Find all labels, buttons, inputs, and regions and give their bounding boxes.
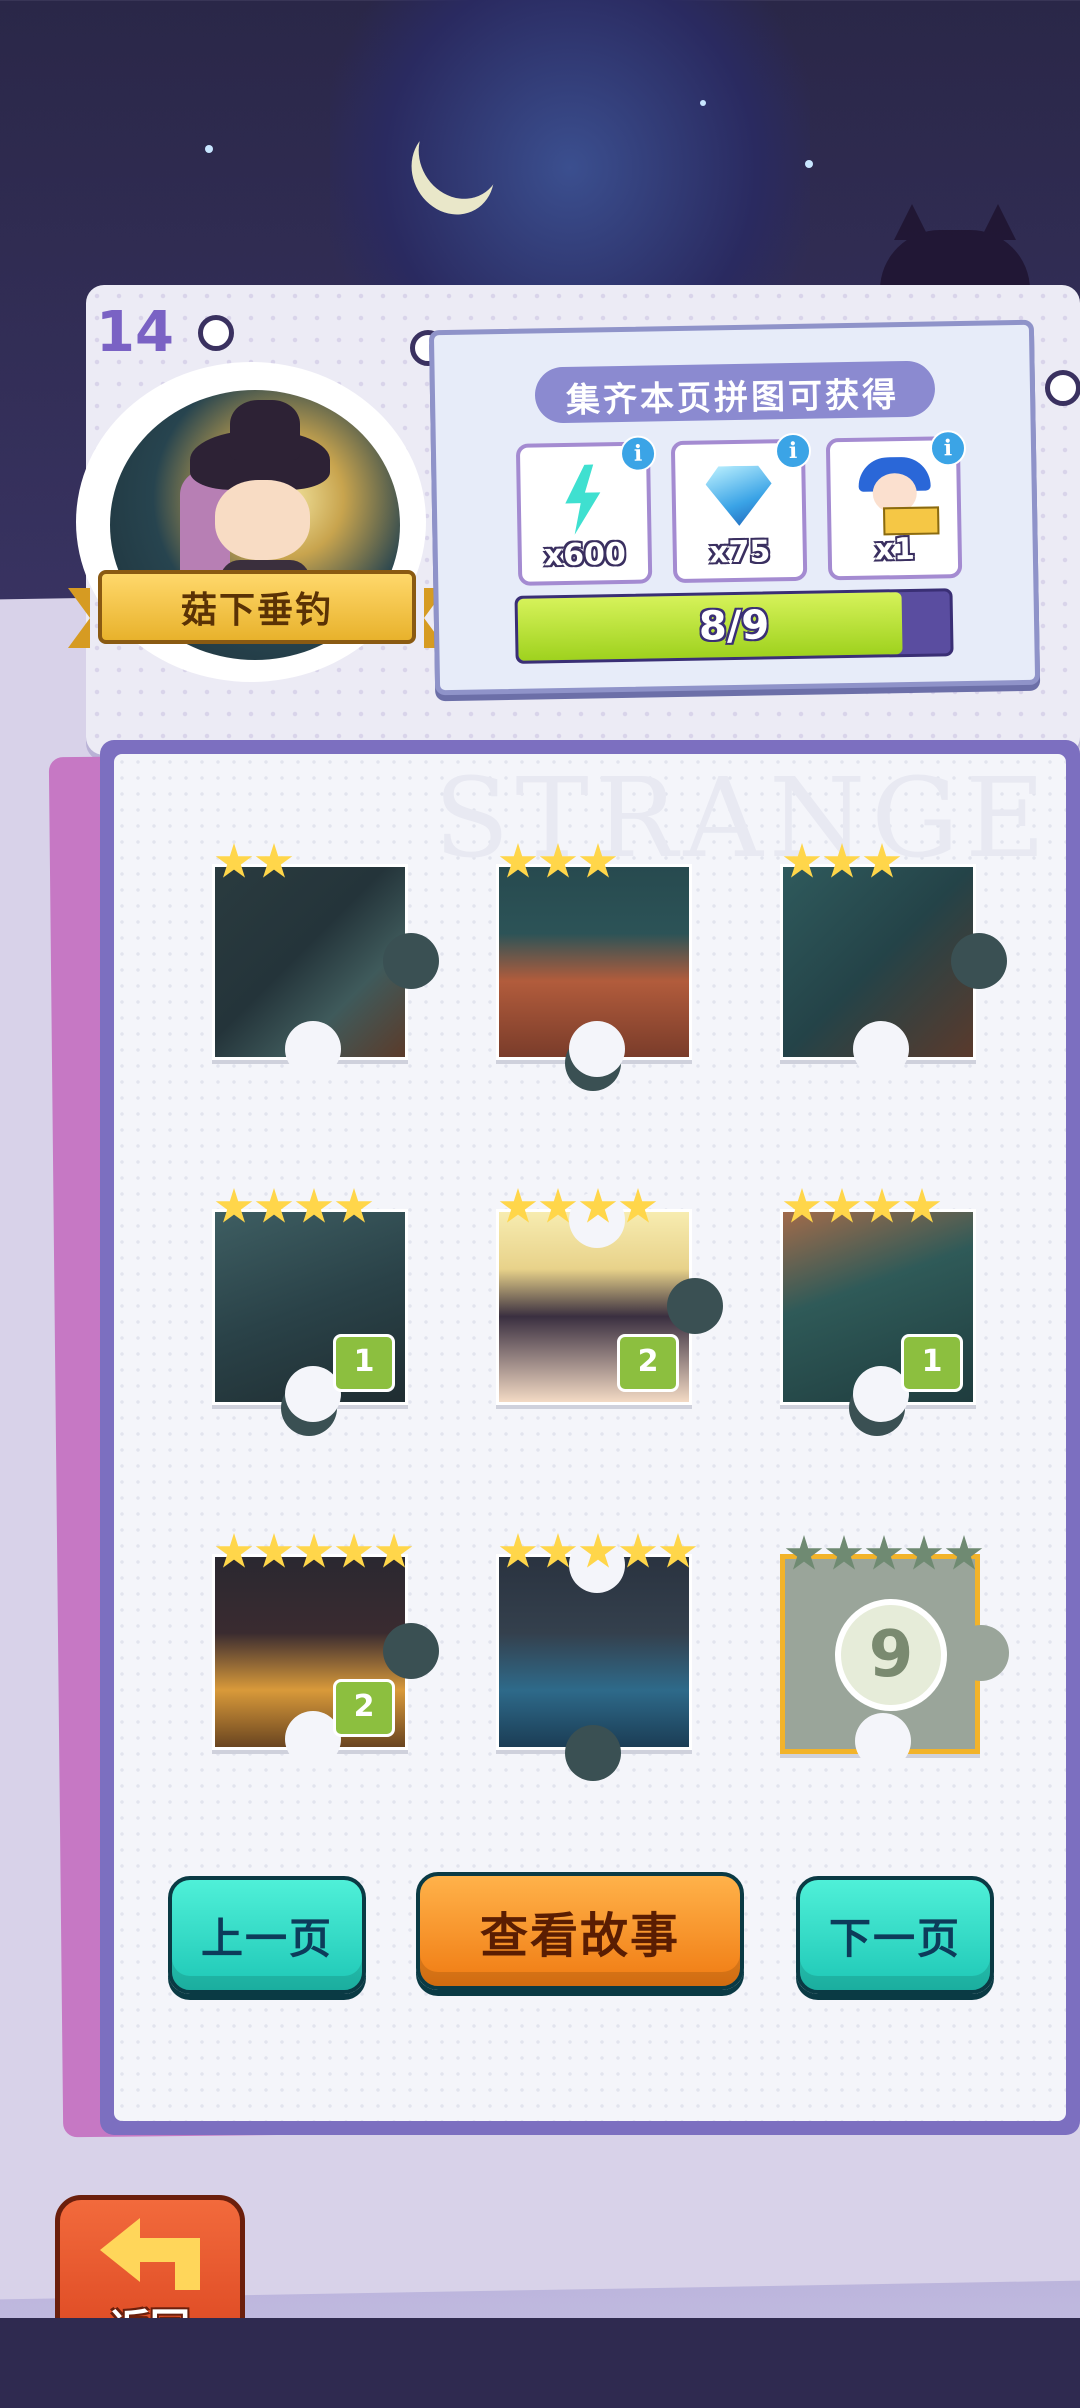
star-icon	[579, 843, 617, 878]
piece-stars	[215, 1533, 413, 1571]
sky-star-icon	[205, 145, 213, 153]
binder-ring	[198, 315, 234, 351]
reward-panel: 集齐本页拼图可获得 x600 i x75 i x1 i 8/9	[428, 319, 1041, 696]
binder-ring	[1045, 370, 1080, 406]
back-arrow-icon	[100, 2218, 200, 2290]
puzzle-socket	[853, 1021, 909, 1077]
star-icon	[255, 843, 293, 878]
info-icon[interactable]: i	[929, 429, 967, 467]
star-icon	[783, 843, 821, 878]
star-icon	[335, 1533, 373, 1568]
star-icon	[335, 1188, 373, 1223]
star-icon	[295, 1533, 333, 1568]
diamond-gem-icon	[705, 465, 772, 526]
reward-diamond[interactable]: x75 i	[670, 432, 812, 584]
star-icon	[539, 1533, 577, 1568]
piece-stars	[499, 843, 617, 881]
star-icon	[539, 843, 577, 878]
puzzle-knob	[951, 933, 1007, 989]
puzzle-piece[interactable]: 1	[780, 1188, 976, 1436]
view-story-button[interactable]: 查看故事	[416, 1872, 744, 1990]
puzzle-piece[interactable]	[212, 843, 439, 1077]
piece-stars	[499, 1533, 697, 1571]
puzzle-knob	[565, 1725, 621, 1781]
star-icon	[823, 1188, 861, 1223]
level-name: 菇下垂钓	[180, 590, 333, 631]
puzzle-knob	[383, 933, 439, 989]
star-icon	[783, 1188, 821, 1223]
piece-count-badge: 2	[617, 1334, 679, 1392]
piece-stars	[499, 1188, 657, 1226]
reward-quantity: x600	[543, 536, 627, 574]
piece-stars	[215, 843, 293, 881]
star-icon	[863, 843, 901, 878]
puzzle-knob	[953, 1625, 1009, 1681]
sky-star-icon	[805, 160, 813, 168]
star-icon	[903, 1188, 941, 1223]
star-icon	[825, 1535, 863, 1570]
puzzle-piece-locked[interactable]: 9	[780, 1535, 1009, 1769]
star-icon	[905, 1535, 943, 1570]
jester-avatar-icon	[852, 456, 940, 536]
star-icon	[865, 1535, 903, 1570]
star-icon	[215, 843, 253, 878]
star-icon	[619, 1188, 657, 1223]
star-icon	[499, 1188, 537, 1223]
prev-page-button[interactable]: 上一页	[168, 1876, 366, 1994]
star-icon	[579, 1188, 617, 1223]
star-icon	[499, 843, 537, 878]
sky-star-icon	[700, 100, 706, 106]
reward-quantity: x1	[874, 531, 916, 568]
collection-progress-bar: 8/9	[514, 588, 954, 664]
puzzle-piece[interactable]	[780, 843, 1007, 1077]
puzzle-socket	[855, 1713, 911, 1769]
reward-avatar[interactable]: x1 i	[825, 429, 967, 581]
piece-count-badge: 1	[901, 1334, 963, 1392]
star-icon	[255, 1188, 293, 1223]
star-icon	[863, 1188, 901, 1223]
piece-count-badge: 1	[333, 1334, 395, 1392]
star-icon	[255, 1533, 293, 1568]
piece-stars	[785, 1535, 983, 1573]
star-icon	[539, 1188, 577, 1223]
star-icon	[499, 1533, 537, 1568]
star-icon	[619, 1533, 657, 1568]
bottom-bar	[0, 2318, 1080, 2408]
puzzle-socket	[285, 1021, 341, 1077]
puzzle-knob	[667, 1278, 723, 1334]
star-icon	[579, 1533, 617, 1568]
page-number: 14	[96, 300, 174, 365]
lightning-energy-icon	[560, 464, 605, 535]
piece-count-badge: 2	[333, 1679, 395, 1737]
star-icon	[823, 843, 861, 878]
puzzle-knob	[383, 1623, 439, 1679]
star-icon	[375, 1533, 413, 1568]
piece-stars	[783, 843, 901, 881]
puzzle-piece[interactable]: 2	[496, 1188, 723, 1405]
star-icon	[215, 1533, 253, 1568]
puzzle-piece[interactable]	[496, 1533, 697, 1781]
progress-text: 8/9	[698, 602, 770, 650]
star-icon	[785, 1535, 823, 1570]
puzzle-piece[interactable]	[496, 843, 692, 1091]
star-icon	[215, 1188, 253, 1223]
star-icon	[659, 1533, 697, 1568]
star-icon	[295, 1188, 333, 1223]
reward-title: 集齐本页拼图可获得	[565, 375, 900, 421]
star-icon	[945, 1535, 983, 1570]
next-page-button[interactable]: 下一页	[796, 1876, 994, 1994]
reward-quantity: x75	[708, 534, 771, 571]
info-icon[interactable]: i	[619, 435, 657, 472]
piece-stars	[783, 1188, 941, 1226]
info-icon[interactable]: i	[774, 432, 812, 470]
puzzle-piece[interactable]: 2	[212, 1533, 439, 1767]
reward-energy[interactable]: x600 i	[515, 435, 657, 586]
piece-stars	[215, 1188, 373, 1226]
level-name-ribbon: 菇下垂钓	[68, 570, 446, 648]
puzzle-socket	[569, 1021, 625, 1077]
puzzle-piece[interactable]: 1	[212, 1188, 408, 1436]
locked-piece-number: 9	[835, 1599, 947, 1711]
